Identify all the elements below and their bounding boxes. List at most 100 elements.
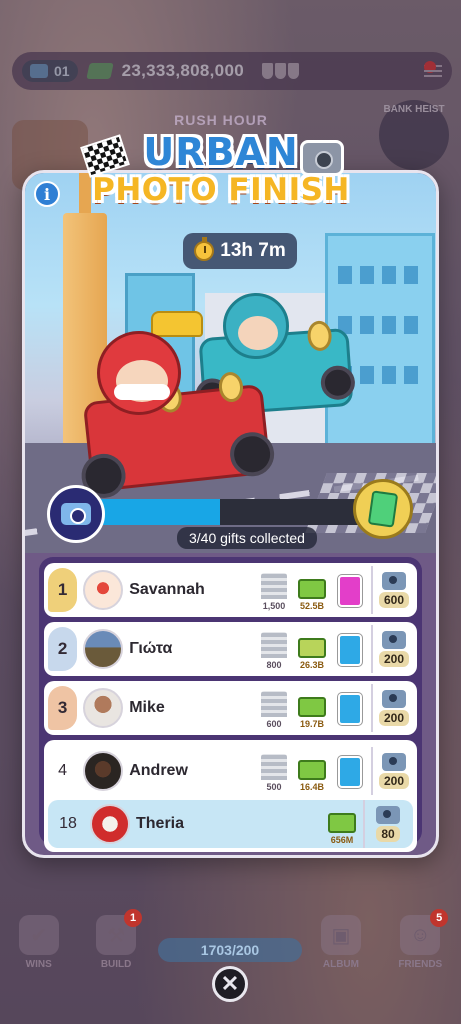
points-box: 200 bbox=[371, 684, 415, 732]
prize-buildings: 800 bbox=[257, 628, 291, 670]
points-value: 80 bbox=[376, 826, 400, 842]
prize-cash: 52.5B bbox=[295, 569, 329, 611]
points-value: 200 bbox=[378, 773, 410, 789]
rank-number: 4 bbox=[58, 762, 68, 779]
prize-label: 600 bbox=[266, 719, 282, 729]
gifts-collected-label: 3/40 gifts collected bbox=[177, 527, 317, 549]
mr-monopoly-racer bbox=[97, 331, 181, 415]
buildings-icon bbox=[261, 573, 288, 599]
prize-label: 26.3B bbox=[300, 660, 325, 670]
buildings-icon bbox=[261, 632, 288, 658]
sticker-pack-blue-icon bbox=[338, 693, 363, 725]
leaderboard-row[interactable]: 2 Γιώτα 800 26.3B 200 bbox=[44, 622, 417, 676]
sticker-pack-reward-icon[interactable] bbox=[353, 479, 413, 539]
prize-sticker bbox=[333, 687, 367, 729]
nav-label: BUILD bbox=[100, 959, 132, 970]
leaderboard: 1 Savannah 1,500 52.5B 600 2 Γιώτα 800 2… bbox=[39, 557, 422, 852]
buildings-icon bbox=[261, 754, 288, 780]
teal-racer bbox=[223, 293, 289, 359]
player-name: Theria bbox=[136, 815, 185, 832]
camera-icon bbox=[382, 631, 406, 649]
close-button[interactable]: ✕ bbox=[212, 966, 248, 1002]
camera-icon bbox=[382, 572, 406, 590]
leaderboard-row-self[interactable]: 18 Theria 656M 80 bbox=[48, 800, 413, 848]
gift-progress: 3/40 gifts collected bbox=[47, 479, 413, 551]
wins-icon: ✔ bbox=[18, 915, 59, 955]
prize-label: 800 bbox=[266, 660, 282, 670]
prize-label: 656M bbox=[330, 835, 354, 845]
sticker-pack-pink-icon bbox=[338, 575, 363, 607]
prize-cash: 19.7B bbox=[295, 687, 329, 729]
points-value: 200 bbox=[378, 651, 410, 667]
sticker-pack-blue-icon bbox=[338, 756, 363, 788]
prize-sticker bbox=[333, 628, 367, 670]
points-value: 600 bbox=[378, 592, 410, 608]
event-timer: 13h 7m bbox=[183, 233, 297, 269]
points-box: 200 bbox=[371, 625, 415, 673]
prize-sticker bbox=[333, 569, 367, 611]
camera-icon bbox=[382, 690, 406, 708]
points-box: 600 bbox=[371, 566, 415, 614]
avatar bbox=[83, 751, 124, 791]
player-name: Savannah bbox=[129, 581, 205, 598]
title-line-2: PHOTO FINISH bbox=[92, 172, 350, 208]
prize-group: 600 19.7B bbox=[257, 681, 367, 735]
cash-icon bbox=[298, 697, 327, 717]
avatar bbox=[90, 804, 130, 844]
nav-label: WINS bbox=[25, 959, 52, 970]
nav-badge: 1 bbox=[124, 909, 143, 927]
buildings-icon bbox=[261, 691, 288, 717]
cash-icon bbox=[298, 638, 327, 658]
avatar bbox=[83, 629, 124, 669]
board-progress: 1703/200 bbox=[158, 938, 302, 962]
cash-icon bbox=[298, 760, 327, 780]
nav-build[interactable]: ⚒ 1 BUILD bbox=[96, 909, 143, 970]
player-name: Γιώτα bbox=[129, 640, 173, 657]
info-button[interactable]: i bbox=[34, 181, 60, 207]
prize-group: 656M bbox=[325, 800, 359, 848]
camera-icon bbox=[300, 140, 344, 176]
prize-cash: 26.3B bbox=[295, 628, 329, 670]
prize-sticker bbox=[333, 750, 367, 792]
camera-token-icon bbox=[47, 485, 105, 543]
leaderboard-row[interactable]: 4 Andrew 500 16.4B 200 bbox=[44, 744, 417, 798]
player-name: Mike bbox=[129, 699, 165, 716]
nav-wins[interactable]: ✔ WINS bbox=[18, 915, 59, 970]
event-subtitle: RUSH HOUR bbox=[174, 112, 268, 128]
rank-number: 18 bbox=[59, 815, 77, 832]
prize-label: 500 bbox=[266, 782, 282, 792]
prize-label: 16.4B bbox=[300, 782, 325, 792]
player-name: Andrew bbox=[129, 762, 188, 779]
rank-badge-silver: 2 bbox=[48, 627, 78, 671]
cash-icon bbox=[328, 813, 356, 833]
prize-label: 19.7B bbox=[300, 719, 325, 729]
nav-label: FRIENDS bbox=[398, 959, 443, 970]
prize-label: 52.5B bbox=[300, 601, 325, 611]
points-value: 200 bbox=[378, 710, 410, 726]
camera-icon bbox=[376, 806, 400, 824]
progress-bar bbox=[99, 499, 359, 525]
rank-badge-bronze: 3 bbox=[48, 686, 78, 730]
nav-album[interactable]: ▣ ALBUM bbox=[320, 915, 361, 970]
prize-group: 800 26.3B bbox=[257, 622, 367, 676]
camera-icon bbox=[382, 753, 406, 771]
nav-label: ALBUM bbox=[322, 959, 359, 970]
prize-buildings: 1,500 bbox=[257, 569, 291, 611]
avatar bbox=[83, 688, 124, 728]
prize-buildings: 500 bbox=[257, 750, 291, 792]
leaderboard-row[interactable]: 3 Mike 600 19.7B 200 bbox=[44, 681, 417, 735]
points-box: 200 bbox=[371, 747, 415, 795]
rank-badge-gold: 1 bbox=[48, 568, 78, 612]
leaderboard-lower: 4 Andrew 500 16.4B 200 18 Theria 656M 80 bbox=[44, 740, 417, 852]
nav-friends[interactable]: ☺ 5 FRIENDS bbox=[398, 909, 449, 970]
stopwatch-icon bbox=[194, 237, 215, 261]
prize-buildings: 600 bbox=[257, 687, 291, 729]
album-icon: ▣ bbox=[320, 915, 361, 955]
sticker-pack-blue-icon bbox=[338, 634, 363, 666]
prize-cash: 656M bbox=[325, 803, 359, 845]
nav-badge: 5 bbox=[430, 909, 449, 927]
leaderboard-row[interactable]: 1 Savannah 1,500 52.5B 600 bbox=[44, 563, 417, 617]
taxi-car bbox=[151, 311, 203, 337]
cash-icon bbox=[298, 579, 327, 599]
progress-fill bbox=[99, 499, 220, 525]
